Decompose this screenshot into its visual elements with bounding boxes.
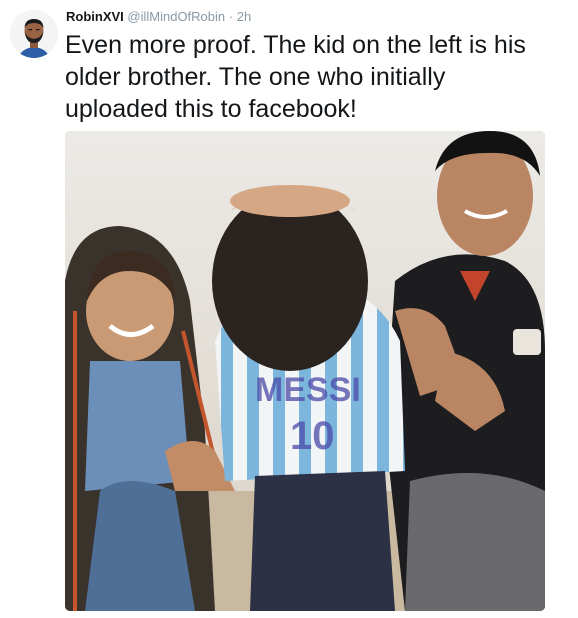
svg-text:10: 10 xyxy=(290,414,335,458)
drake-avatar-icon xyxy=(10,10,58,58)
tweet-header: RobinXVI @illMindOfRobin · 2h xyxy=(66,9,251,25)
shirt-writing: MESSI xyxy=(255,371,361,409)
author-name[interactable]: RobinXVI xyxy=(66,9,124,24)
photo-illustration: MESSI 10 xyxy=(65,131,545,611)
header-separator: · xyxy=(228,9,234,24)
author-handle[interactable]: @illMindOfRobin xyxy=(127,9,225,24)
tweet-card: RobinXVI @illMindOfRobin · 2h Even more … xyxy=(0,0,578,618)
author-avatar[interactable] xyxy=(10,10,58,58)
tweet-timestamp[interactable]: 2h xyxy=(237,9,251,24)
tweet-photo[interactable]: MESSI 10 xyxy=(65,131,545,611)
tweet-text: Even more proof. The kid on the left is … xyxy=(65,31,526,123)
